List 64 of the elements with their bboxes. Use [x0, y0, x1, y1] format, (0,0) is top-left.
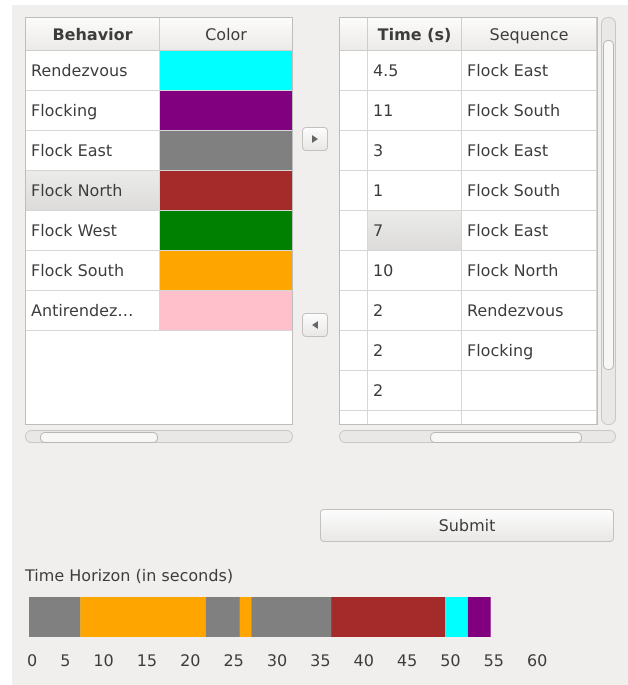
row-header[interactable] — [340, 331, 368, 371]
table-cell[interactable]: Flock South — [462, 171, 597, 211]
table-cell[interactable] — [462, 371, 597, 411]
axis-tick-label: 10 — [93, 651, 114, 670]
row-header[interactable] — [340, 171, 368, 211]
left-arrow-icon — [312, 321, 318, 329]
horizontal-scrollbar[interactable] — [25, 430, 293, 443]
table-cell[interactable]: Flock East — [462, 51, 597, 91]
column-header[interactable]: Sequence — [462, 18, 597, 51]
table-cell[interactable]: Flock East — [462, 131, 597, 171]
column-header[interactable]: Color — [160, 18, 292, 51]
horizontal-scrollbar[interactable] — [339, 430, 616, 443]
axis-tick-label: 15 — [136, 651, 158, 670]
table-cell[interactable]: Flocking — [462, 331, 597, 371]
color-swatch[interactable] — [160, 251, 292, 291]
row-header[interactable] — [340, 211, 368, 251]
table-cell[interactable]: 2 — [368, 371, 462, 411]
table-cell[interactable]: 2 — [368, 291, 462, 331]
row-header[interactable] — [340, 131, 368, 171]
axis-tick-label: 25 — [223, 651, 244, 670]
color-swatch[interactable] — [160, 211, 292, 251]
color-swatch[interactable] — [160, 51, 292, 91]
axis-tick-label: 35 — [310, 651, 331, 670]
color-swatch[interactable] — [160, 171, 292, 211]
axis-tick-label: 40 — [354, 651, 374, 670]
row-header — [340, 18, 368, 51]
axis-tick-label: 55 — [484, 651, 504, 670]
row-header[interactable] — [340, 291, 368, 331]
table-cell[interactable]: 4.5 — [368, 51, 462, 91]
axis-tick-label: 60 — [526, 651, 548, 670]
row-header[interactable] — [340, 91, 368, 131]
table-cell[interactable]: Rendezvous — [462, 291, 597, 331]
row-header[interactable] — [340, 371, 368, 411]
table-cell[interactable]: Flock East — [462, 211, 597, 251]
chart-title: Time Horizon (in seconds) — [25, 566, 234, 585]
axis-tick-label: 30 — [266, 651, 288, 670]
color-swatch[interactable] — [160, 91, 292, 131]
scrollbar-thumb[interactable] — [603, 40, 614, 370]
color-swatch[interactable] — [160, 291, 292, 331]
right-arrow-icon — [312, 135, 318, 143]
axis-tick-label: 20 — [180, 651, 200, 670]
column-header[interactable]: Time (s) — [368, 18, 462, 51]
axis-tick-label: 50 — [440, 651, 461, 670]
column-header[interactable]: Behavior — [26, 18, 160, 51]
submit-button[interactable]: Submit — [320, 509, 614, 542]
table-cell[interactable]: 2 — [368, 331, 462, 371]
axis-tick-label: 0 — [27, 651, 38, 670]
table-cell[interactable]: Flock North — [26, 171, 160, 211]
scrollbar-thumb[interactable] — [40, 432, 158, 443]
table-cell[interactable]: 3 — [368, 131, 462, 171]
table-cell[interactable]: Flock North — [462, 251, 597, 291]
add-button[interactable] — [302, 127, 328, 151]
axis-tick-label: 45 — [396, 651, 418, 670]
table-cell[interactable]: 7 — [368, 211, 462, 251]
axis-tick-label: 5 — [60, 651, 70, 670]
table-cell[interactable]: 11 — [368, 91, 462, 131]
color-swatch[interactable] — [160, 131, 292, 171]
scrollbar-thumb[interactable] — [430, 432, 582, 443]
vertical-scrollbar[interactable] — [601, 17, 616, 425]
row-header[interactable] — [340, 51, 368, 91]
table-cell[interactable]: Flock South — [462, 91, 597, 131]
table-cell[interactable]: 10 — [368, 251, 462, 291]
row-header[interactable] — [340, 251, 368, 291]
remove-button[interactable] — [302, 313, 328, 337]
